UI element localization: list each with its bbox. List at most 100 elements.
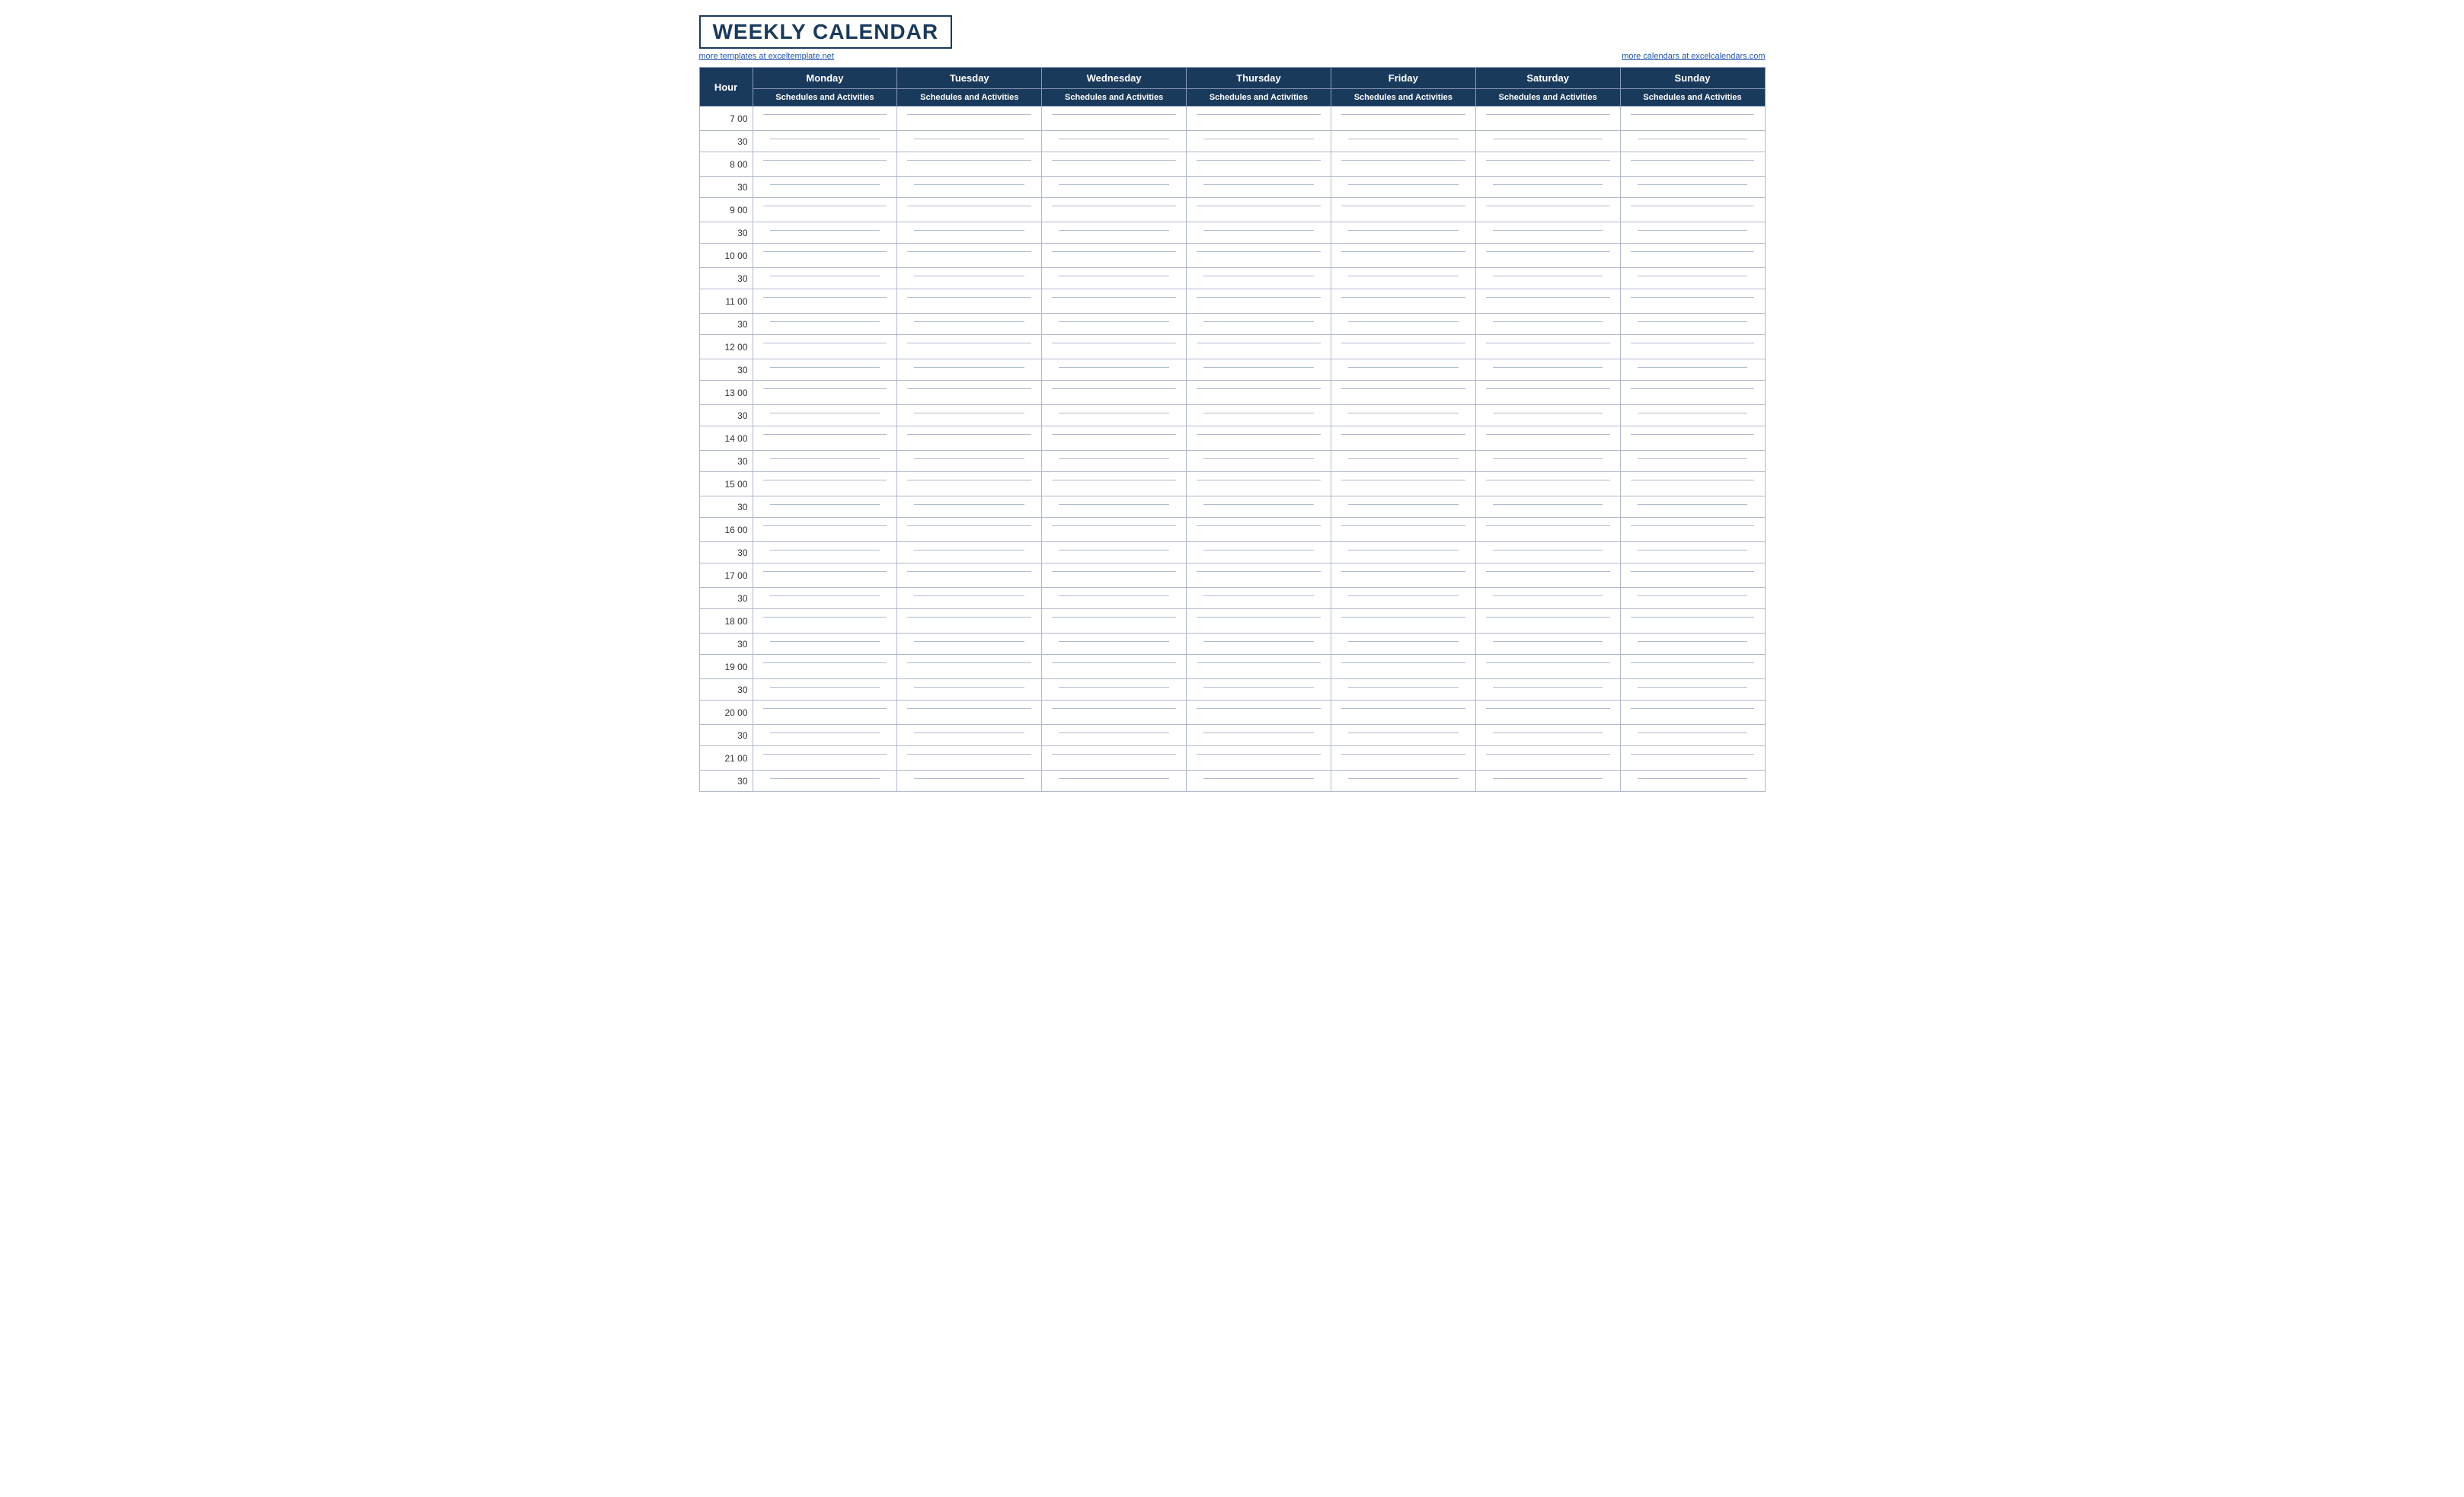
day-cell[interactable]	[897, 131, 1042, 152]
day-cell[interactable]	[897, 314, 1042, 335]
day-cell[interactable]	[897, 609, 1042, 634]
day-cell[interactable]	[1331, 472, 1475, 496]
day-cell[interactable]	[1475, 472, 1620, 496]
day-cell[interactable]	[753, 588, 897, 609]
day-cell[interactable]	[897, 198, 1042, 222]
day-cell[interactable]	[1331, 679, 1475, 701]
day-cell[interactable]	[1042, 609, 1187, 634]
day-cell[interactable]	[897, 381, 1042, 405]
day-cell[interactable]	[1042, 177, 1187, 198]
day-cell[interactable]	[753, 496, 897, 518]
day-cell[interactable]	[753, 359, 897, 381]
day-cell[interactable]	[1042, 244, 1187, 268]
day-cell[interactable]	[1042, 335, 1187, 359]
day-cell[interactable]	[1187, 655, 1331, 679]
day-cell[interactable]	[1042, 381, 1187, 405]
day-cell[interactable]	[1042, 405, 1187, 426]
day-cell[interactable]	[753, 609, 897, 634]
day-cell[interactable]	[1042, 518, 1187, 542]
left-link[interactable]: more templates at exceltemplate.net	[699, 52, 834, 61]
day-cell[interactable]	[1331, 588, 1475, 609]
day-cell[interactable]	[753, 771, 897, 792]
day-cell[interactable]	[897, 107, 1042, 131]
day-cell[interactable]	[1187, 314, 1331, 335]
day-cell[interactable]	[1331, 152, 1475, 177]
day-cell[interactable]	[1620, 314, 1765, 335]
day-cell[interactable]	[1331, 222, 1475, 244]
day-cell[interactable]	[753, 335, 897, 359]
day-cell[interactable]	[1331, 335, 1475, 359]
day-cell[interactable]	[753, 701, 897, 725]
day-cell[interactable]	[1042, 725, 1187, 746]
day-cell[interactable]	[1187, 679, 1331, 701]
day-cell[interactable]	[1475, 771, 1620, 792]
day-cell[interactable]	[1475, 335, 1620, 359]
day-cell[interactable]	[897, 588, 1042, 609]
day-cell[interactable]	[753, 268, 897, 289]
day-cell[interactable]	[1475, 426, 1620, 451]
day-cell[interactable]	[1042, 314, 1187, 335]
day-cell[interactable]	[1187, 222, 1331, 244]
day-cell[interactable]	[897, 496, 1042, 518]
day-cell[interactable]	[1042, 359, 1187, 381]
day-cell[interactable]	[897, 472, 1042, 496]
day-cell[interactable]	[1042, 746, 1187, 771]
day-cell[interactable]	[1620, 107, 1765, 131]
day-cell[interactable]	[1042, 426, 1187, 451]
day-cell[interactable]	[1620, 131, 1765, 152]
day-cell[interactable]	[1475, 746, 1620, 771]
day-cell[interactable]	[1042, 701, 1187, 725]
day-cell[interactable]	[753, 634, 897, 655]
day-cell[interactable]	[1331, 634, 1475, 655]
day-cell[interactable]	[1331, 198, 1475, 222]
day-cell[interactable]	[1475, 381, 1620, 405]
day-cell[interactable]	[1620, 563, 1765, 588]
day-cell[interactable]	[1475, 701, 1620, 725]
day-cell[interactable]	[1331, 107, 1475, 131]
day-cell[interactable]	[1187, 268, 1331, 289]
day-cell[interactable]	[1187, 131, 1331, 152]
day-cell[interactable]	[1331, 405, 1475, 426]
day-cell[interactable]	[1620, 472, 1765, 496]
day-cell[interactable]	[1042, 451, 1187, 472]
day-cell[interactable]	[897, 679, 1042, 701]
day-cell[interactable]	[1187, 177, 1331, 198]
day-cell[interactable]	[897, 542, 1042, 563]
day-cell[interactable]	[1475, 198, 1620, 222]
day-cell[interactable]	[1620, 679, 1765, 701]
day-cell[interactable]	[897, 451, 1042, 472]
day-cell[interactable]	[753, 746, 897, 771]
day-cell[interactable]	[1475, 131, 1620, 152]
day-cell[interactable]	[1620, 609, 1765, 634]
day-cell[interactable]	[897, 177, 1042, 198]
day-cell[interactable]	[1620, 771, 1765, 792]
day-cell[interactable]	[753, 563, 897, 588]
day-cell[interactable]	[753, 107, 897, 131]
day-cell[interactable]	[897, 771, 1042, 792]
day-cell[interactable]	[1475, 268, 1620, 289]
day-cell[interactable]	[1042, 131, 1187, 152]
day-cell[interactable]	[1187, 746, 1331, 771]
day-cell[interactable]	[1042, 588, 1187, 609]
day-cell[interactable]	[1042, 289, 1187, 314]
day-cell[interactable]	[1620, 655, 1765, 679]
day-cell[interactable]	[1042, 655, 1187, 679]
day-cell[interactable]	[1620, 496, 1765, 518]
day-cell[interactable]	[897, 725, 1042, 746]
day-cell[interactable]	[753, 244, 897, 268]
day-cell[interactable]	[1475, 655, 1620, 679]
day-cell[interactable]	[753, 152, 897, 177]
day-cell[interactable]	[1042, 679, 1187, 701]
day-cell[interactable]	[1331, 725, 1475, 746]
day-cell[interactable]	[1331, 655, 1475, 679]
day-cell[interactable]	[1042, 198, 1187, 222]
day-cell[interactable]	[1187, 198, 1331, 222]
day-cell[interactable]	[1187, 725, 1331, 746]
day-cell[interactable]	[1187, 107, 1331, 131]
day-cell[interactable]	[1187, 588, 1331, 609]
day-cell[interactable]	[753, 679, 897, 701]
day-cell[interactable]	[1475, 152, 1620, 177]
day-cell[interactable]	[1620, 725, 1765, 746]
day-cell[interactable]	[1475, 244, 1620, 268]
day-cell[interactable]	[1620, 198, 1765, 222]
